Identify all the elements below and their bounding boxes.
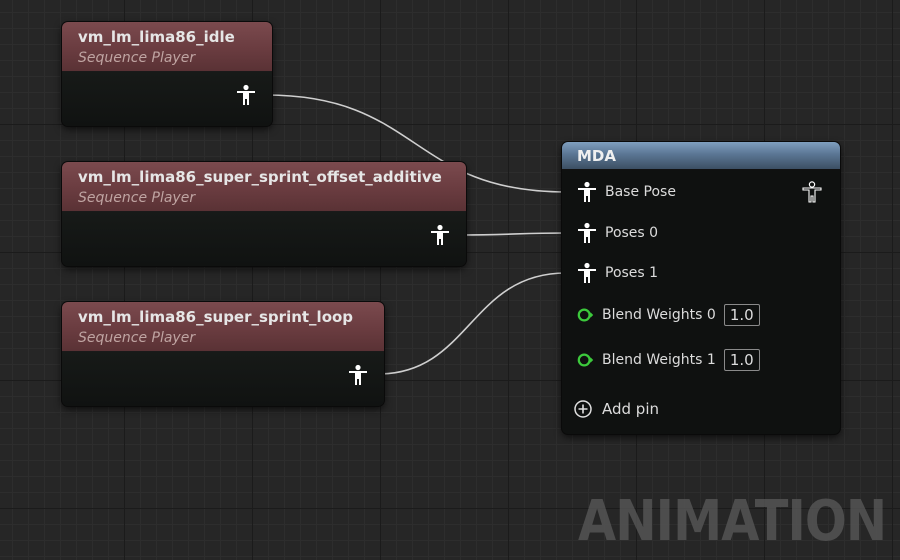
node-subtitle: Sequence Player bbox=[78, 190, 196, 206]
add-pin-label: Add pin bbox=[602, 400, 660, 418]
pin-label: Blend Weights 1 bbox=[602, 352, 716, 368]
blend-weight-0-input[interactable]: 1.0 bbox=[723, 304, 760, 326]
pose-pin-icon[interactable] bbox=[348, 364, 368, 386]
wire-loop-to-poses1 bbox=[377, 272, 567, 375]
sequence-player-node-sprint-loop[interactable]: vm_lm_lima86_super_sprint_loop Sequence … bbox=[62, 302, 384, 406]
node-title: vm_lm_lima86_super_sprint_offset_additiv… bbox=[78, 168, 442, 186]
add-pin-button[interactable]: Add pin bbox=[573, 399, 659, 419]
input-pin-base-pose[interactable]: Base Pose bbox=[577, 181, 676, 203]
node-header[interactable]: vm_lm_lima86_super_sprint_offset_additiv… bbox=[62, 162, 466, 212]
add-pin-icon[interactable] bbox=[573, 399, 593, 419]
node-subtitle: Sequence Player bbox=[78, 50, 196, 66]
sequence-player-node-offset-additive[interactable]: vm_lm_lima86_super_sprint_offset_additiv… bbox=[62, 162, 466, 266]
node-body bbox=[62, 352, 384, 406]
node-header[interactable]: vm_lm_lima86_super_sprint_loop Sequence … bbox=[62, 302, 384, 352]
node-title: vm_lm_lima86_super_sprint_loop bbox=[78, 308, 354, 326]
output-pose-pin-icon[interactable] bbox=[802, 181, 822, 203]
pin-label: Base Pose bbox=[605, 184, 676, 200]
mda-node[interactable]: MDA Base Pose Poses 0 Poses 1 Blend Weig… bbox=[562, 142, 840, 434]
pin-label: Poses 1 bbox=[605, 265, 659, 281]
node-title: vm_lm_lima86_idle bbox=[78, 28, 235, 46]
node-header[interactable]: vm_lm_lima86_idle Sequence Player bbox=[62, 22, 272, 72]
input-pin-blend-weights-0[interactable]: Blend Weights 0 1.0 bbox=[577, 304, 760, 326]
input-pin-blend-weights-1[interactable]: Blend Weights 1 1.0 bbox=[577, 349, 760, 371]
float-pin-icon[interactable] bbox=[577, 304, 595, 326]
sequence-player-node-idle[interactable]: vm_lm_lima86_idle Sequence Player bbox=[62, 22, 272, 126]
mda-node-title[interactable]: MDA bbox=[562, 142, 840, 170]
node-body bbox=[62, 212, 466, 266]
float-pin-icon[interactable] bbox=[577, 349, 595, 371]
graph-type-watermark: ANIMATION bbox=[577, 489, 887, 554]
pin-label: Poses 0 bbox=[605, 225, 659, 241]
wire-offset-to-poses0 bbox=[459, 232, 567, 236]
pin-label: Blend Weights 0 bbox=[602, 307, 716, 323]
pose-pin-icon[interactable] bbox=[236, 84, 256, 106]
pose-pin-icon[interactable] bbox=[577, 262, 597, 284]
pose-pin-icon[interactable] bbox=[577, 181, 597, 203]
input-pin-poses-0[interactable]: Poses 0 bbox=[577, 222, 658, 244]
input-pin-poses-1[interactable]: Poses 1 bbox=[577, 262, 658, 284]
node-body bbox=[62, 72, 272, 126]
node-subtitle: Sequence Player bbox=[78, 330, 196, 346]
blend-weight-1-input[interactable]: 1.0 bbox=[723, 349, 760, 371]
pose-pin-icon[interactable] bbox=[430, 224, 450, 246]
pose-pin-icon[interactable] bbox=[577, 222, 597, 244]
